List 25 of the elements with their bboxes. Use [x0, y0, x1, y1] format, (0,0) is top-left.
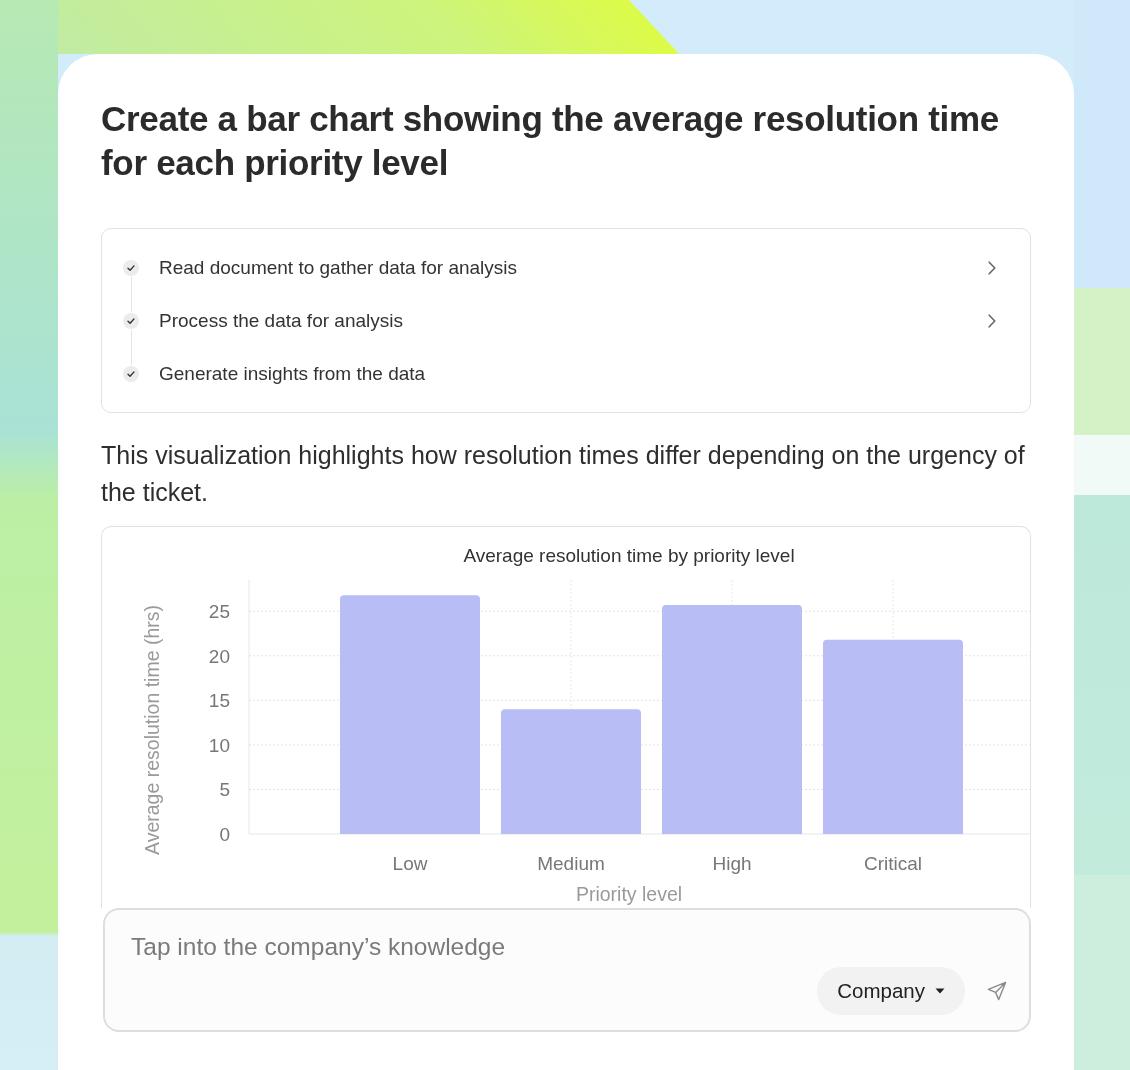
x-tick-label: High	[712, 853, 752, 874]
x-axis-title: Priority level	[575, 883, 683, 905]
send-icon	[987, 981, 1007, 1001]
send-button[interactable]	[987, 981, 1007, 1001]
step-text: Read document to gather data for analysis	[159, 256, 518, 279]
y-tick-label: 15	[208, 690, 230, 712]
caret-icon	[935, 988, 945, 994]
x-tick-label: Low	[392, 853, 428, 874]
step-text: Generate insights from the data	[159, 362, 426, 385]
step-text: Process the data for analysis	[159, 309, 403, 332]
chart-title: Average resolution time by priority level	[463, 545, 795, 566]
company-dropdown[interactable]: Company	[817, 967, 965, 1015]
chevron-icon[interactable]	[988, 313, 996, 328]
y-tick-label: 5	[219, 779, 230, 801]
y-tick-label: 0	[219, 824, 230, 845]
message-input[interactable]: Tap into the company’s knowledge	[131, 931, 611, 963]
y-tick-label: 10	[208, 734, 230, 756]
x-tick-label: Critical	[863, 853, 923, 874]
y-tick-label: 25	[208, 601, 230, 623]
chevron-icon[interactable]	[988, 260, 996, 275]
x-tick-label: Medium	[537, 853, 605, 874]
summary-text: This visualization highlights how resolution times differ depending on the urgency of the ticket.	[101, 440, 1026, 508]
prompt-title: Create a bar chart showing the average resolution time for each priority level	[101, 98, 1000, 184]
y-axis-title: Average resolution time (hrs)	[141, 605, 163, 855]
y-tick-label: 20	[208, 645, 230, 667]
